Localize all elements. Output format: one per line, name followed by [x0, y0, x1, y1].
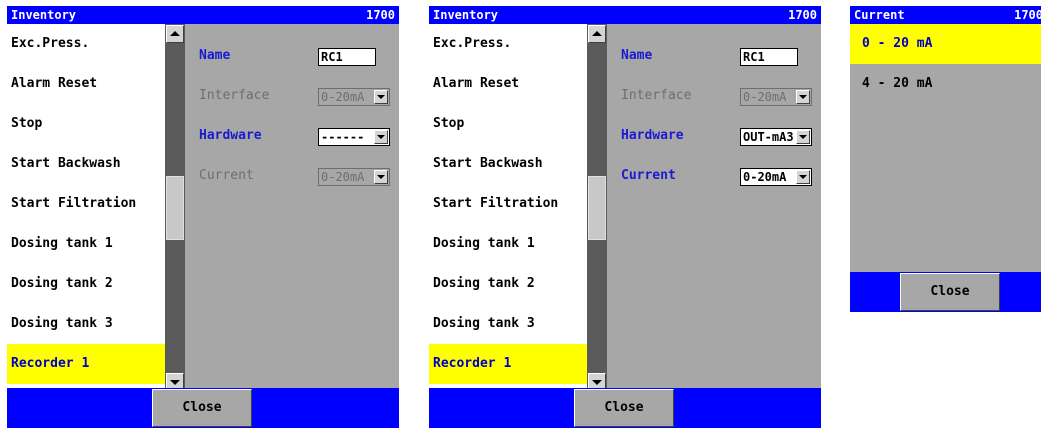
dialog-code: 1700 — [788, 8, 817, 22]
current-label: Current — [621, 168, 676, 183]
hardware-value: ------ — [321, 130, 365, 144]
hardware-label: Hardware — [199, 128, 262, 143]
list-item[interactable]: Dosing tank 2 — [7, 264, 165, 304]
dialog-title: Inventory — [11, 8, 77, 22]
title-bar: Inventory 1700 — [7, 6, 399, 24]
list-item[interactable]: Stop — [429, 104, 587, 144]
chevron-down-icon[interactable] — [796, 130, 810, 144]
arrow-down-icon — [592, 380, 602, 385]
interface-value: 0-20mA — [743, 90, 787, 104]
title-bar: Current 1700 — [850, 6, 1041, 24]
dialog-footer: Close — [429, 388, 821, 428]
dialog-title: Current — [854, 8, 905, 22]
list-item-selected[interactable]: Recorder 1 — [7, 344, 165, 384]
close-button[interactable]: Close — [574, 389, 674, 427]
list-item[interactable]: Start Filtration — [7, 184, 165, 224]
arrow-up-icon — [170, 31, 180, 36]
list-item[interactable]: Start Backwash — [429, 144, 587, 184]
title-bar: Inventory 1700 — [429, 6, 821, 24]
hardware-dropdown[interactable]: OUT-mA3 — [740, 128, 812, 146]
item-list: Exc.Press. Alarm Reset Stop Start Backwa… — [429, 24, 587, 392]
properties-form: Name RC1 Interface 0-20mA Hardware OUT-m… — [607, 24, 821, 392]
list-item[interactable]: Dosing tank 2 — [429, 264, 587, 304]
dialog-code: 1700 — [1014, 8, 1041, 22]
hardware-dropdown[interactable]: ------ — [318, 128, 390, 146]
inventory-dialog-2: Inventory 1700 Exc.Press. Alarm Reset St… — [429, 6, 821, 428]
name-label: Name — [621, 48, 653, 63]
chevron-down-icon[interactable] — [796, 170, 810, 184]
chevron-down-icon — [796, 90, 810, 104]
current-picker-dialog: Current 1700 0 - 20 mA 4 - 20 mA Close — [850, 6, 1041, 312]
list-item-selected[interactable]: Recorder 1 — [429, 344, 587, 384]
dialog-title: Inventory — [433, 8, 499, 22]
name-field[interactable]: RC1 — [318, 48, 376, 66]
interface-label: Interface — [621, 88, 692, 103]
list-item[interactable]: Exc.Press. — [429, 24, 587, 64]
current-label: Current — [199, 168, 254, 183]
option-item-selected[interactable]: 0 - 20 mA — [850, 24, 1041, 64]
option-item[interactable]: 4 - 20 mA — [850, 64, 1041, 104]
current-dropdown[interactable]: 0-20mA — [740, 168, 812, 186]
inventory-dialog-1: Inventory 1700 Exc.Press. Alarm Reset St… — [7, 6, 399, 428]
hardware-label: Hardware — [621, 128, 684, 143]
list-item[interactable]: Alarm Reset — [7, 64, 165, 104]
interface-dropdown: 0-20mA — [318, 88, 390, 106]
current-value: 0-20mA — [743, 170, 787, 184]
dialog-footer: Close — [850, 272, 1041, 312]
interface-value: 0-20mA — [321, 90, 365, 104]
interface-label: Interface — [199, 88, 270, 103]
list-item[interactable]: Dosing tank 1 — [7, 224, 165, 264]
properties-form: Name RC1 Interface 0-20mA Hardware -----… — [185, 24, 399, 392]
list-item[interactable]: Dosing tank 3 — [7, 304, 165, 344]
dialog-code: 1700 — [366, 8, 395, 22]
scroll-up-button[interactable] — [166, 25, 184, 43]
hardware-value: OUT-mA3 — [743, 130, 794, 144]
name-label: Name — [199, 48, 231, 63]
list-item[interactable]: Alarm Reset — [429, 64, 587, 104]
list-item[interactable]: Dosing tank 1 — [429, 224, 587, 264]
dialog-footer: Close — [7, 388, 399, 428]
scroll-thumb[interactable] — [588, 176, 606, 240]
chevron-down-icon — [374, 170, 388, 184]
list-item[interactable]: Exc.Press. — [7, 24, 165, 64]
item-list: Exc.Press. Alarm Reset Stop Start Backwa… — [7, 24, 165, 392]
scroll-thumb[interactable] — [166, 176, 184, 240]
close-button[interactable]: Close — [900, 273, 1000, 311]
arrow-up-icon — [592, 31, 602, 36]
current-dropdown: 0-20mA — [318, 168, 390, 186]
list-item[interactable]: Stop — [7, 104, 165, 144]
chevron-down-icon — [374, 90, 388, 104]
close-button[interactable]: Close — [152, 389, 252, 427]
name-field[interactable]: RC1 — [740, 48, 798, 66]
scroll-up-button[interactable] — [588, 25, 606, 43]
current-value: 0-20mA — [321, 170, 365, 184]
list-scrollbar[interactable] — [587, 24, 607, 392]
chevron-down-icon[interactable] — [374, 130, 388, 144]
list-item[interactable]: Start Backwash — [7, 144, 165, 184]
arrow-down-icon — [170, 380, 180, 385]
list-scrollbar[interactable] — [165, 24, 185, 392]
current-options-list: 0 - 20 mA 4 - 20 mA — [850, 24, 1041, 272]
list-item[interactable]: Dosing tank 3 — [429, 304, 587, 344]
interface-dropdown: 0-20mA — [740, 88, 812, 106]
list-item[interactable]: Start Filtration — [429, 184, 587, 224]
